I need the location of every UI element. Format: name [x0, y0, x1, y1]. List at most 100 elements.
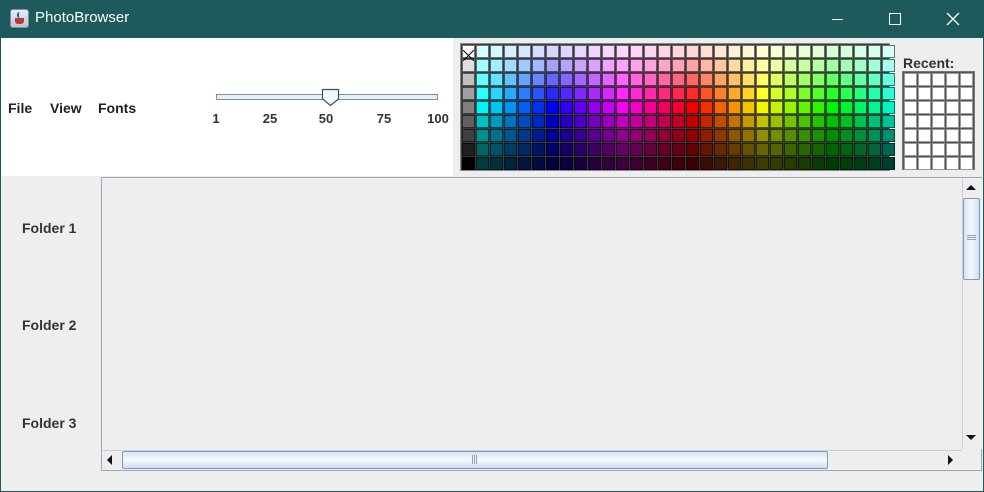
color-swatch[interactable] — [560, 59, 573, 72]
color-swatch[interactable] — [574, 143, 587, 156]
color-swatch[interactable] — [686, 115, 699, 128]
color-swatch[interactable] — [546, 45, 559, 58]
color-swatch[interactable] — [574, 101, 587, 114]
color-swatch[interactable] — [784, 45, 797, 58]
color-swatch[interactable] — [784, 73, 797, 86]
color-swatch[interactable] — [476, 129, 489, 142]
color-swatch[interactable] — [672, 59, 685, 72]
color-swatch[interactable] — [854, 129, 867, 142]
size-slider-thumb[interactable] — [321, 88, 340, 107]
color-swatch[interactable] — [602, 115, 615, 128]
color-swatch[interactable] — [504, 87, 517, 100]
color-swatch[interactable] — [868, 45, 881, 58]
color-swatch[interactable] — [546, 115, 559, 128]
color-swatch[interactable] — [742, 87, 755, 100]
color-swatch[interactable] — [658, 87, 671, 100]
color-swatch[interactable] — [490, 101, 503, 114]
color-swatch[interactable] — [868, 59, 881, 72]
color-swatch[interactable] — [700, 143, 713, 156]
close-button[interactable] — [924, 0, 982, 38]
color-swatch[interactable] — [630, 87, 643, 100]
scroll-up-icon[interactable] — [965, 183, 977, 191]
color-swatch[interactable] — [770, 87, 783, 100]
color-swatch[interactable] — [812, 157, 825, 170]
color-swatch[interactable] — [714, 157, 727, 170]
color-swatch[interactable] — [742, 59, 755, 72]
color-swatch[interactable] — [826, 143, 839, 156]
recent-swatch[interactable] — [932, 129, 945, 142]
color-swatch[interactable] — [714, 101, 727, 114]
color-swatch[interactable] — [644, 115, 657, 128]
color-swatch[interactable] — [728, 45, 741, 58]
recent-swatch[interactable] — [932, 143, 945, 156]
color-swatch[interactable] — [616, 59, 629, 72]
color-swatch[interactable] — [882, 101, 895, 114]
color-swatch[interactable] — [616, 129, 629, 142]
color-swatch[interactable] — [532, 157, 545, 170]
color-swatch[interactable] — [770, 115, 783, 128]
color-swatch[interactable] — [504, 45, 517, 58]
color-swatch[interactable] — [518, 73, 531, 86]
color-swatch[interactable] — [588, 143, 601, 156]
color-swatch[interactable] — [490, 45, 503, 58]
color-swatch[interactable] — [532, 101, 545, 114]
color-swatch[interactable] — [490, 129, 503, 142]
color-swatch[interactable] — [616, 101, 629, 114]
recent-swatch[interactable] — [904, 101, 917, 114]
color-swatch[interactable] — [728, 129, 741, 142]
color-swatch[interactable] — [532, 129, 545, 142]
color-swatch[interactable] — [882, 73, 895, 86]
color-swatch[interactable] — [770, 129, 783, 142]
color-swatch[interactable] — [588, 157, 601, 170]
color-swatch[interactable] — [602, 59, 615, 72]
color-swatch[interactable] — [756, 101, 769, 114]
color-swatch[interactable] — [882, 157, 895, 170]
color-swatch[interactable] — [462, 129, 475, 142]
color-swatch[interactable] — [532, 87, 545, 100]
color-swatch[interactable] — [644, 59, 657, 72]
color-swatch[interactable] — [714, 129, 727, 142]
color-swatch[interactable] — [756, 129, 769, 142]
color-swatch[interactable] — [700, 45, 713, 58]
recent-swatch[interactable] — [960, 73, 973, 86]
color-swatch[interactable] — [756, 59, 769, 72]
color-swatch[interactable] — [490, 73, 503, 86]
color-swatch[interactable] — [854, 115, 867, 128]
color-swatch[interactable] — [686, 73, 699, 86]
color-swatch[interactable] — [476, 101, 489, 114]
color-swatch[interactable] — [644, 45, 657, 58]
color-swatch[interactable] — [574, 115, 587, 128]
color-swatch[interactable] — [532, 115, 545, 128]
folder-label-3[interactable]: Folder 3 — [22, 415, 76, 431]
recent-swatch[interactable] — [932, 157, 945, 170]
color-swatch[interactable] — [644, 157, 657, 170]
color-swatch[interactable] — [672, 115, 685, 128]
color-swatch[interactable] — [756, 87, 769, 100]
color-swatch[interactable] — [490, 157, 503, 170]
scroll-down-icon[interactable] — [965, 434, 977, 442]
color-swatch[interactable] — [602, 45, 615, 58]
color-swatch[interactable] — [798, 87, 811, 100]
color-swatch[interactable] — [728, 143, 741, 156]
color-swatch[interactable] — [672, 45, 685, 58]
recent-swatch[interactable] — [932, 87, 945, 100]
color-swatch[interactable] — [616, 157, 629, 170]
title-bar[interactable]: PhotoBrowser — [0, 0, 984, 38]
color-swatch[interactable] — [784, 143, 797, 156]
color-swatch[interactable] — [798, 143, 811, 156]
color-swatch[interactable] — [826, 87, 839, 100]
color-swatch[interactable] — [826, 45, 839, 58]
color-swatch[interactable] — [658, 59, 671, 72]
color-swatch[interactable] — [546, 157, 559, 170]
recent-swatch[interactable] — [960, 101, 973, 114]
color-swatch[interactable] — [770, 157, 783, 170]
color-swatch[interactable] — [602, 101, 615, 114]
color-swatch[interactable] — [686, 157, 699, 170]
color-swatch[interactable] — [854, 143, 867, 156]
color-swatch[interactable] — [840, 129, 853, 142]
color-swatch[interactable] — [616, 115, 629, 128]
color-swatch[interactable] — [560, 115, 573, 128]
color-swatch[interactable] — [504, 157, 517, 170]
color-swatch[interactable] — [756, 157, 769, 170]
color-swatch[interactable] — [854, 87, 867, 100]
